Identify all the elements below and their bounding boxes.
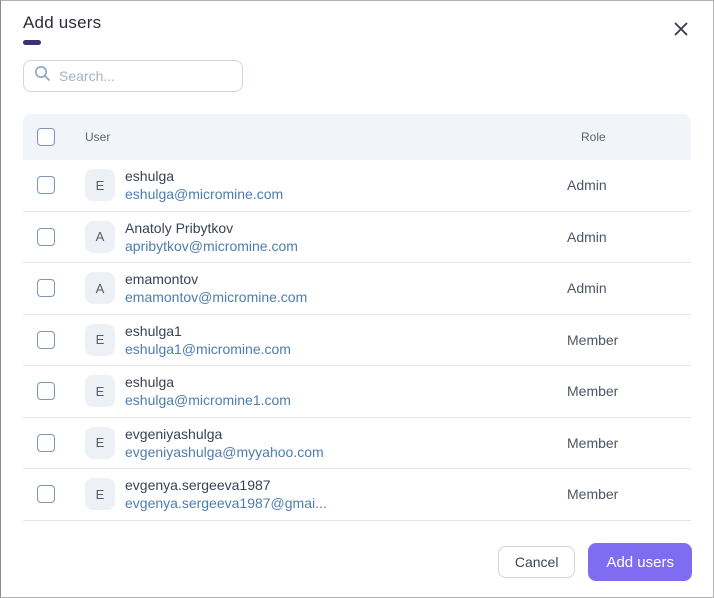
user-info: emamontov emamontov@micromine.com [125,270,567,306]
user-role: Admin [567,229,691,245]
avatar: E [85,478,115,510]
user-role: Member [567,435,691,451]
search-area [1,45,713,92]
avatar-cell: A [85,272,125,304]
row-checkbox-cell [23,434,85,452]
avatar-cell: E [85,375,125,407]
search-box[interactable] [23,60,243,92]
table-header: User Role [23,114,691,160]
modal-header: Add users [1,1,713,45]
row-checkbox-cell [23,228,85,246]
add-users-modal: Add users User Role [0,0,714,598]
page-title: Add users [23,13,691,33]
table-row[interactable]: E eshulga1 eshulga1@micromine.com Member [23,315,691,367]
avatar-cell: E [85,427,125,459]
close-button[interactable] [667,15,695,43]
table-row[interactable]: E evgenya.sergeeva1987 evgenya.sergeeva1… [23,469,691,521]
table-row[interactable]: A Anatoly Pribytkov apribytkov@micromine… [23,212,691,264]
user-name: emamontov [125,270,567,288]
user-info: eshulga1 eshulga1@micromine.com [125,322,567,358]
user-role: Member [567,383,691,399]
cancel-button[interactable]: Cancel [498,546,576,578]
table-row[interactable]: A emamontov emamontov@micromine.com Admi… [23,263,691,315]
select-all-cell [23,128,85,146]
user-info: evgeniyashulga evgeniyashulga@myyahoo.co… [125,425,567,461]
user-list: E eshulga eshulga@micromine.com Admin A … [23,160,691,521]
avatar: E [85,324,115,356]
user-email: evgenya.sergeeva1987@gmai... [125,494,567,512]
row-checkbox-cell [23,485,85,503]
user-name: evgeniyashulga [125,425,567,443]
add-users-button[interactable]: Add users [588,543,692,581]
user-email: evgeniyashulga@myyahoo.com [125,443,567,461]
avatar-cell: A [85,221,125,253]
row-checkbox-cell [23,279,85,297]
user-info: eshulga eshulga@micromine1.com [125,373,567,409]
user-role: Member [567,332,691,348]
user-email: emamontov@micromine.com [125,288,567,306]
row-checkbox-cell [23,176,85,194]
avatar: E [85,427,115,459]
user-info: Anatoly Pribytkov apribytkov@micromine.c… [125,219,567,255]
spacer [1,521,713,538]
table-row[interactable]: E eshulga eshulga@micromine1.com Member [23,366,691,418]
select-all-checkbox[interactable] [37,128,55,146]
user-info: evgenya.sergeeva1987 evgenya.sergeeva198… [125,476,567,512]
avatar: A [85,272,115,304]
user-name: eshulga [125,373,567,391]
search-input[interactable] [59,68,232,84]
avatar-cell: E [85,478,125,510]
user-name: eshulga1 [125,322,567,340]
user-name: eshulga [125,167,567,185]
row-checkbox[interactable] [37,382,55,400]
row-checkbox-cell [23,382,85,400]
avatar: E [85,169,115,201]
row-checkbox[interactable] [37,434,55,452]
column-header-role: Role [567,130,691,144]
avatar-cell: E [85,169,125,201]
user-name: evgenya.sergeeva1987 [125,476,567,494]
users-table: User Role E eshulga eshulga@micromine.co… [23,114,691,521]
user-role: Admin [567,177,691,193]
table-row[interactable]: E evgeniyashulga evgeniyashulga@myyahoo.… [23,418,691,470]
modal-footer: Cancel Add users [1,537,713,597]
user-role: Member [567,486,691,502]
user-email: eshulga@micromine1.com [125,391,567,409]
avatar-cell: E [85,324,125,356]
user-info: eshulga eshulga@micromine.com [125,167,567,203]
user-email: apribytkov@micromine.com [125,237,567,255]
user-name: Anatoly Pribytkov [125,219,567,237]
row-checkbox[interactable] [37,485,55,503]
user-email: eshulga@micromine.com [125,185,567,203]
user-email: eshulga1@micromine.com [125,340,567,358]
user-role: Admin [567,280,691,296]
row-checkbox[interactable] [37,176,55,194]
close-icon [674,22,688,36]
row-checkbox-cell [23,331,85,349]
search-icon [34,65,51,87]
row-checkbox[interactable] [37,228,55,246]
table-row[interactable]: E eshulga eshulga@micromine.com Admin [23,160,691,212]
avatar: E [85,375,115,407]
column-header-user: User [85,130,567,144]
avatar: A [85,221,115,253]
row-checkbox[interactable] [37,331,55,349]
row-checkbox[interactable] [37,279,55,297]
